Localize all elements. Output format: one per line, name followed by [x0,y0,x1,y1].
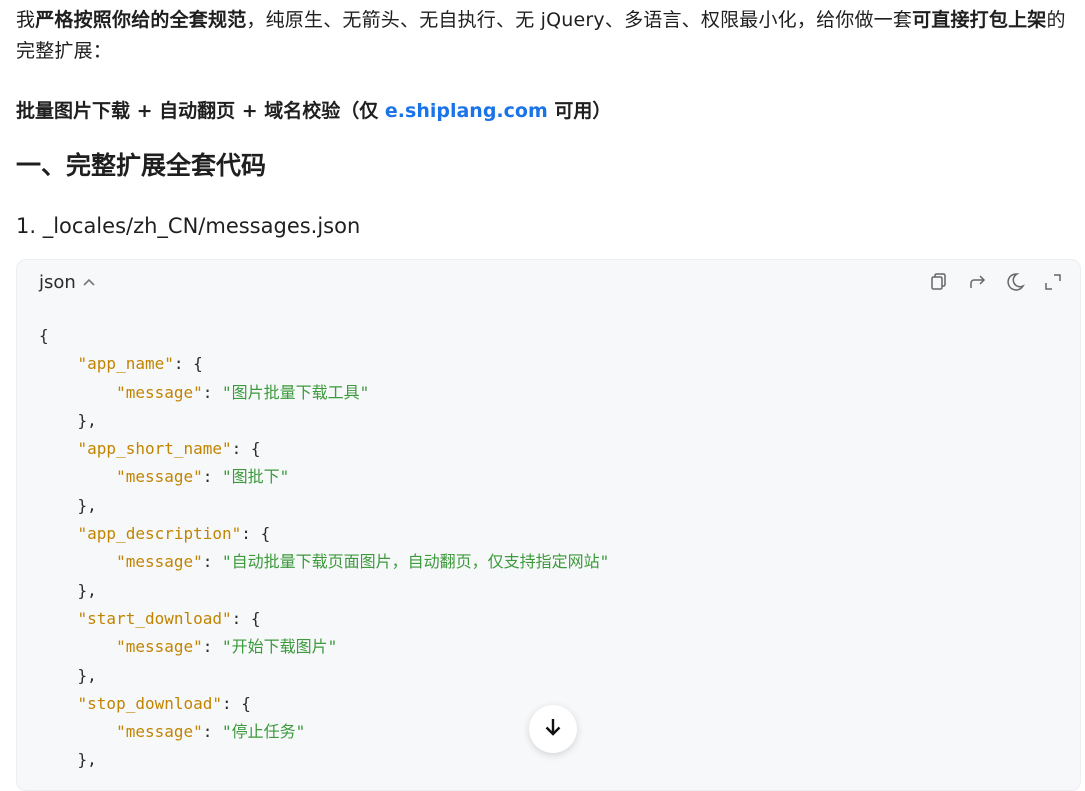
json-key: "message" [116,637,203,657]
json-string: "开始下载图片" [222,637,338,657]
intro-text-1: 我 [16,9,36,31]
json-string: "停止任务" [222,722,306,742]
code-language-label: json [39,272,76,293]
code-line: "app_description": { [77,524,271,544]
json-key: "app_short_name" [77,439,232,459]
code-content: { "app_name": { "message": "图片批量下载工具" },… [39,322,609,775]
code-line: { [39,326,49,345]
code-line: "app_name": { [77,354,203,374]
code-line: }, [39,580,97,600]
json-key: "message" [116,467,203,487]
json-string: "自动批量下载页面图片，自动翻页，仅支持指定网站" [222,552,610,572]
copy-icon[interactable] [928,271,950,293]
intro-text-2: ，纯原生、无箭头、无自执行、无 jQuery、多语言、权限最小化，给你做一套 [246,9,913,31]
feature-summary-suffix: 可用） [547,100,612,122]
json-key: "app_description" [77,524,242,544]
json-key: "message" [116,382,203,402]
code-line: }, [39,750,97,770]
moon-icon[interactable] [1004,271,1026,293]
section-title: 一、完整扩展全套代码 [16,151,267,180]
intro-bold-2: 可直接打包上架 [912,9,1047,31]
json-key: "message" [116,552,203,572]
code-line: "app_short_name": { [77,439,261,459]
code-line: "start_download": { [77,608,261,628]
code-line: }, [39,495,97,515]
code-line: }, [39,410,97,430]
json-string: "图片批量下载工具" [222,382,370,402]
json-key: "stop_download" [77,693,223,713]
domain-link[interactable]: e.shiplang.com [385,100,548,122]
feature-summary: 批量图片下载 + 自动翻页 + 域名校验（仅 e.shiplang.com 可用… [16,96,611,126]
json-key: "app_name" [77,354,174,374]
code-line: "message": "开始下载图片" [116,637,338,657]
code-line: }, [39,665,97,685]
chevron-up-icon [82,269,96,295]
code-language-toggle[interactable]: json [39,270,96,296]
code-line: "message": "图片批量下载工具" [116,382,370,402]
code-line: "stop_download": { [77,693,251,713]
code-line: "message": "图批下" [116,467,290,487]
json-key: "start_download" [77,608,232,628]
file-heading: 1. _locales/zh_CN/messages.json [16,214,361,238]
code-block-header: json [17,260,1080,306]
intro-bold-1: 严格按照你给的全套规范 [35,9,247,31]
code-line: "message": "停止任务" [116,722,306,742]
json-string: "图批下" [222,467,290,487]
intro-paragraph: 我严格按照你给的全套规范，纯原生、无箭头、无自执行、无 jQuery、多语言、权… [16,0,1074,67]
json-key: "message" [116,722,203,742]
expand-icon[interactable] [1042,271,1064,293]
feature-summary-text: 批量图片下载 + 自动翻页 + 域名校验（仅 [16,100,385,122]
share-icon[interactable] [967,271,989,293]
code-line: "message": "自动批量下载页面图片，自动翻页，仅支持指定网站" [116,552,610,572]
arrow-down-icon [542,716,564,742]
scroll-to-bottom-button[interactable] [529,705,577,753]
chat-message: 我严格按照你给的全套规范，纯原生、无箭头、无自执行、无 jQuery、多语言、权… [16,0,1081,791]
